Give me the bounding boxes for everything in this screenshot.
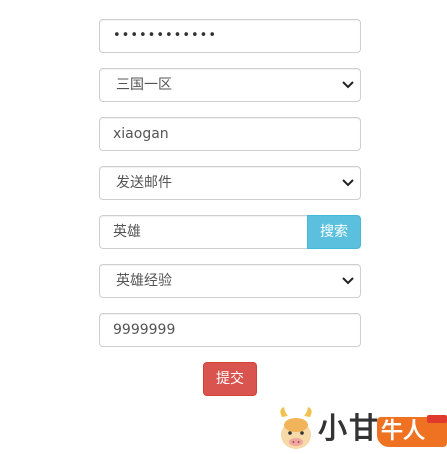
search-input[interactable]: 英雄 [99, 215, 308, 249]
chevron-down-icon [342, 81, 354, 89]
watermark-text-part1: 小甘 [318, 411, 381, 445]
username-input[interactable]: xiaogan [99, 117, 361, 151]
action-select[interactable]: 发送邮件 [99, 166, 361, 200]
watermark-logo: 小甘 牛人 [276, 405, 447, 454]
password-value: •••••••••••• [113, 28, 218, 43]
action-select-value: 发送邮件 [116, 175, 172, 191]
server-select-value: 三国一区 [116, 77, 172, 93]
search-value: 英雄 [113, 224, 141, 240]
category-select[interactable]: 英雄经验 [99, 264, 361, 298]
bull-mascot-icon [280, 407, 312, 449]
watermark-tag [427, 415, 447, 423]
category-select-value: 英雄经验 [116, 273, 172, 289]
amount-value: 9999999 [113, 322, 176, 338]
search-button[interactable]: 搜索 [307, 215, 361, 249]
search-group: 英雄 搜索 [99, 215, 361, 249]
amount-input[interactable]: 9999999 [99, 313, 361, 347]
server-select[interactable]: 三国一区 [99, 68, 361, 102]
password-input[interactable]: •••••••••••• [99, 19, 361, 53]
username-value: xiaogan [113, 126, 169, 142]
chevron-down-icon [342, 179, 354, 187]
watermark-text-part2: 牛人 [381, 419, 426, 444]
chevron-down-icon [342, 277, 354, 285]
submit-button[interactable]: 提交 [203, 362, 257, 396]
